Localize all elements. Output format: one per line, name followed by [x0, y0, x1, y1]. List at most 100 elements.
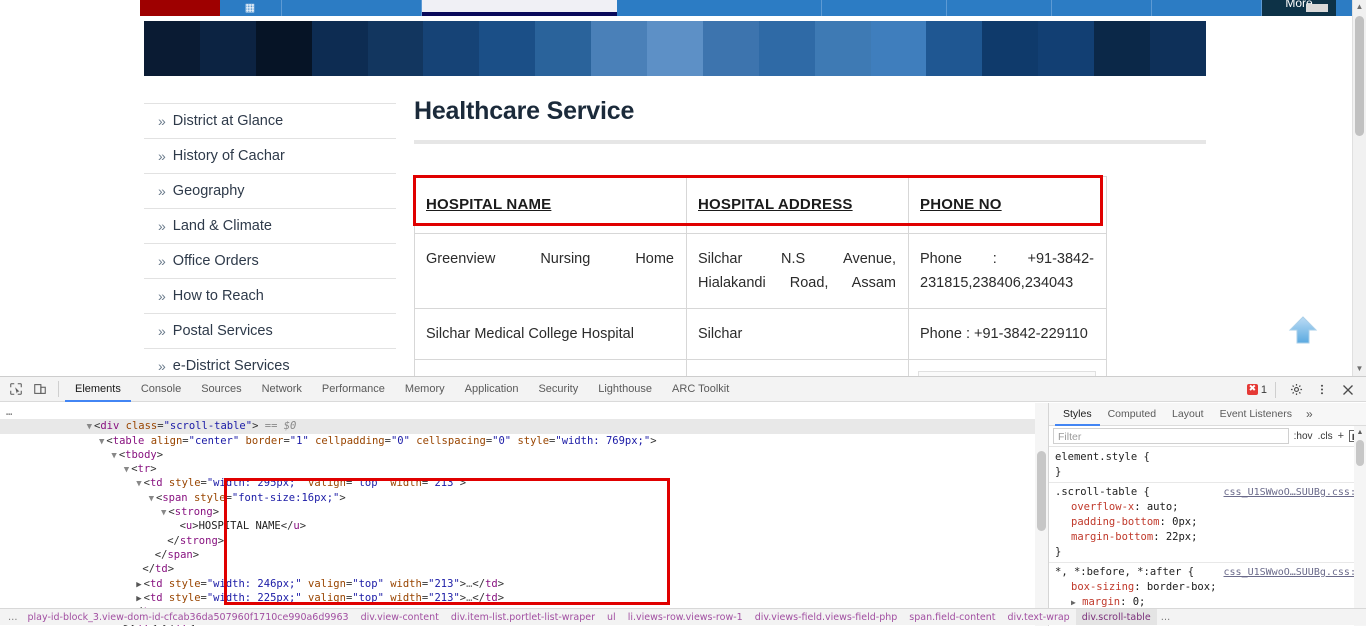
css-rules-list[interactable]: element.style {} .scroll-table {css_U1SWw… [1049, 447, 1366, 626]
dom-tree-node[interactable]: ▶ <td style="width: 225px;" valign="top" … [0, 591, 1048, 605]
styles-tab-computed[interactable]: Computed [1100, 403, 1164, 426]
sidebar-item-how-to-reach[interactable]: » How to Reach [144, 279, 396, 314]
breadcrumb-item[interactable]: play-id-block_3.view-dom-id-cfcab36da507… [22, 609, 355, 625]
nav-item-active[interactable] [422, 0, 617, 16]
dom-tree-node[interactable]: </strong> [0, 534, 1048, 548]
nav-item-7[interactable] [1152, 0, 1262, 16]
page-scrollbar[interactable]: ▲ ▼ [1352, 0, 1366, 376]
styles-scrollbar-thumb[interactable] [1356, 440, 1364, 466]
site-top-navigation[interactable]: ▦ More [0, 0, 1352, 16]
styles-tab-layout[interactable]: Layout [1164, 403, 1212, 426]
scrollbar-thumb[interactable] [1355, 16, 1364, 136]
styles-scroll-up-icon[interactable]: ▲ [1354, 426, 1366, 439]
css-declaration[interactable]: margin-bottom: 22px; [1055, 530, 1366, 545]
dom-tree-node[interactable]: ▼ <span style="font-size:16px;"> [0, 491, 1048, 505]
nav-item-5[interactable] [947, 0, 1052, 16]
sidebar-item-e-district-services[interactable]: » e-District Services [144, 349, 396, 376]
banner-segment [311, 21, 368, 76]
scrollbar-down-arrow-icon[interactable]: ▼ [1353, 362, 1366, 376]
nav-item-4[interactable] [822, 0, 947, 16]
nav-item-6[interactable] [1052, 0, 1152, 16]
dom-tree-node[interactable]: ▼ <td style="width: 295px;" valign="top" … [0, 476, 1048, 490]
devtools-tab-sources[interactable]: Sources [191, 377, 251, 402]
nav-more-button[interactable]: More [1262, 0, 1336, 16]
nav-item-grid[interactable]: ▦ [220, 0, 282, 16]
dom-pane-scrollbar[interactable] [1035, 403, 1048, 626]
dom-tree-node[interactable]: </td> [0, 562, 1048, 576]
breadcrumb-item[interactable]: span.field-content [903, 609, 1001, 625]
breadcrumb-item[interactable]: div.text-wrap [1001, 609, 1075, 625]
styles-pane-scrollbar[interactable]: ▲ ▼ [1354, 426, 1366, 626]
arrow-up-icon[interactable] [1285, 312, 1321, 348]
styles-tab-styles[interactable]: Styles [1055, 403, 1100, 426]
devtools-tab-arc-toolkit[interactable]: ARC Toolkit [662, 377, 739, 402]
devtools-tab-performance[interactable]: Performance [312, 377, 395, 402]
cls-button[interactable]: .cls [1318, 431, 1333, 442]
devtools-tab-network[interactable]: Network [252, 377, 312, 402]
breadcrumb-overflow-left[interactable]: … [4, 609, 22, 625]
breadcrumb-item[interactable]: div.views-field.views-field-php [749, 609, 904, 625]
devtools-tab-application[interactable]: Application [455, 377, 529, 402]
hov-button[interactable]: :hov [1294, 431, 1313, 442]
css-rule[interactable]: element.style {} [1049, 448, 1366, 483]
breadcrumb-item[interactable]: li.views-row.views-row-1 [622, 609, 749, 625]
styles-filter-bar[interactable]: Filter :hov .cls + ◧ [1049, 426, 1366, 447]
css-declaration[interactable]: padding-bottom: 0px; [1055, 515, 1366, 530]
css-declaration[interactable]: overflow-x: auto; [1055, 500, 1366, 515]
css-declaration[interactable]: box-sizing: border-box; [1055, 580, 1366, 595]
kebab-menu-icon[interactable] [1310, 379, 1334, 401]
close-icon[interactable] [1336, 379, 1360, 401]
dom-breadcrumb[interactable]: … play-id-block_3.view-dom-id-cfcab36da50… [0, 608, 1366, 625]
dom-tree-node[interactable]: <u>HOSPITAL NAME</u> [0, 519, 1048, 533]
inspect-element-icon[interactable] [4, 378, 28, 400]
breadcrumb-overflow-right[interactable]: … [1157, 609, 1175, 625]
dom-tree-node[interactable]: ▼ <tr> [0, 462, 1048, 476]
gear-icon[interactable] [1284, 379, 1308, 401]
sidebar-item-postal-services[interactable]: » Postal Services [144, 314, 396, 349]
device-toolbar-icon[interactable] [28, 378, 52, 400]
devtools-tab-console[interactable]: Console [131, 377, 191, 402]
sidebar-item-history-of-cachar[interactable]: » History of Cachar [144, 139, 396, 174]
dom-tree-node[interactable]: ▼ <table align="center" border="1" cellpa… [0, 434, 1048, 448]
devtools-tab-memory[interactable]: Memory [395, 377, 455, 402]
breadcrumb-item[interactable]: ul [601, 609, 622, 625]
title-divider [414, 140, 1206, 144]
chevron-double-right-icon[interactable]: » [1300, 407, 1319, 421]
dom-tree[interactable]: … ▼ <div class="scroll-table"> == $0 ▼ <tabl… [0, 403, 1048, 626]
dom-tree-pane[interactable]: … ▼ <div class="scroll-table"> == $0 ▼ <tabl… [0, 403, 1049, 626]
dom-tree-ellipsis[interactable]: … [0, 405, 1048, 419]
styles-pane[interactable]: Styles Computed Layout Event Listeners» Fil… [1049, 403, 1366, 626]
dom-scrollbar-thumb[interactable] [1037, 451, 1046, 531]
styles-tab-event-listeners[interactable]: Event Listeners [1212, 403, 1300, 426]
breadcrumb-item[interactable]: div.item-list.portlet-list-wraper [445, 609, 601, 625]
plus-icon[interactable]: + [1338, 430, 1344, 442]
devtools-tab-security[interactable]: Security [528, 377, 588, 402]
css-rule-close-brace: } [1055, 546, 1062, 558]
devtools-tab-lighthouse[interactable]: Lighthouse [588, 377, 662, 402]
dom-tree-node[interactable]: ▶ <td style="width: 246px;" valign="top" … [0, 577, 1048, 591]
styles-filter-input[interactable]: Filter [1053, 428, 1289, 444]
devtools-tab-elements[interactable]: Elements [65, 377, 131, 402]
styles-tab-bar[interactable]: Styles Computed Layout Event Listeners» [1049, 403, 1366, 426]
dom-tree-node[interactable]: ▼ <strong> [0, 505, 1048, 519]
dom-tree-node[interactable]: ▼ <tbody> [0, 448, 1048, 462]
scrollbar-up-arrow-icon[interactable]: ▲ [1353, 0, 1366, 14]
css-source-link[interactable]: css_U1SWwoO…SUUBg.css:1 [1224, 565, 1362, 580]
nav-item-3[interactable] [617, 0, 822, 16]
sidebar-item-land-climate[interactable]: » Land & Climate [144, 209, 396, 244]
left-sidebar-menu[interactable]: » District at Glance » History of Cachar » Ge… [144, 103, 396, 376]
dom-tree-node[interactable]: </span> [0, 548, 1048, 562]
devtools-tab-bar[interactable]: Elements Console Sources Network Performance… [65, 377, 739, 402]
breadcrumb-item[interactable]: div.view-content [355, 609, 445, 625]
sidebar-item-geography[interactable]: » Geography [144, 174, 396, 209]
sidebar-item-office-orders[interactable]: » Office Orders [144, 244, 396, 279]
dom-tree-node[interactable]: ▼ <div class="scroll-table"> == $0 [0, 419, 1048, 434]
css-source-link[interactable]: css_U1SWwoO…SUUBg.css:1 [1224, 485, 1362, 500]
nav-item-2[interactable] [282, 0, 422, 16]
sidebar-item-label: District at Glance [172, 113, 284, 129]
error-badge[interactable]: ✖ 1 [1246, 384, 1267, 396]
css-rule[interactable]: .scroll-table {css_U1SWwoO…SUUBg.css:1 ov… [1049, 483, 1366, 563]
nav-item-home[interactable] [140, 0, 220, 16]
sidebar-item-district-at-glance[interactable]: » District at Glance [144, 104, 396, 139]
breadcrumb-item[interactable]: div.scroll-table [1075, 609, 1157, 625]
